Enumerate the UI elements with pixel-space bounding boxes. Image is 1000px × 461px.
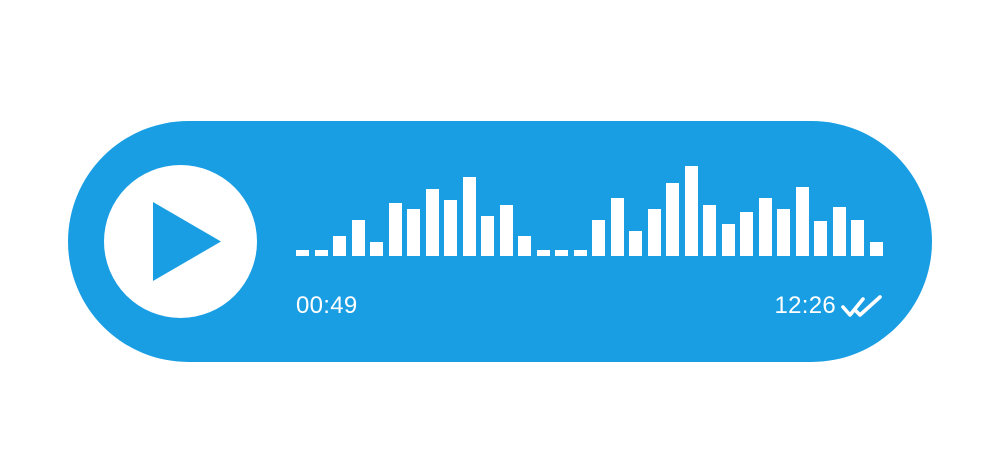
play-button[interactable] — [104, 165, 257, 318]
waveform-bar — [444, 200, 457, 256]
waveform-bar — [740, 212, 753, 256]
waveform-bar — [666, 183, 679, 256]
waveform-bar — [499, 205, 513, 256]
double-check-icon — [841, 295, 882, 317]
waveform-bar — [407, 209, 420, 256]
waveform-bar — [425, 189, 439, 256]
waveform-bar — [703, 205, 716, 256]
waveform-bar — [351, 220, 365, 256]
waveform-bar — [573, 250, 587, 256]
waveform-bar — [462, 177, 476, 256]
waveform-bar — [721, 224, 735, 256]
waveform-bar — [851, 220, 864, 256]
waveform-bar — [795, 187, 809, 256]
waveform-bar — [296, 250, 309, 256]
waveform-bar — [555, 250, 568, 256]
elapsed-time: 00:49 — [296, 292, 358, 319]
waveform-bar — [333, 236, 346, 256]
waveform-bar — [481, 216, 494, 256]
play-icon — [153, 202, 221, 281]
waveform-bar — [869, 242, 883, 256]
sent-time: 12:26 — [774, 292, 836, 319]
waveform-bar — [814, 221, 827, 256]
canvas: 00:49 12:26 — [0, 0, 1000, 461]
waveform-bar — [518, 236, 531, 256]
waveform-bar — [777, 209, 790, 256]
audio-waveform[interactable] — [296, 160, 886, 256]
waveform-bar — [758, 198, 772, 256]
waveform-bar — [629, 231, 642, 256]
waveform-bar — [370, 242, 383, 256]
waveform-bar — [388, 203, 402, 256]
waveform-bar — [647, 209, 661, 256]
waveform-bar — [684, 166, 698, 256]
waveform-bar — [314, 250, 328, 256]
waveform-bar — [610, 198, 624, 256]
waveform-bar — [536, 250, 550, 256]
waveform-bar — [592, 220, 605, 256]
waveform-bar — [832, 207, 846, 256]
